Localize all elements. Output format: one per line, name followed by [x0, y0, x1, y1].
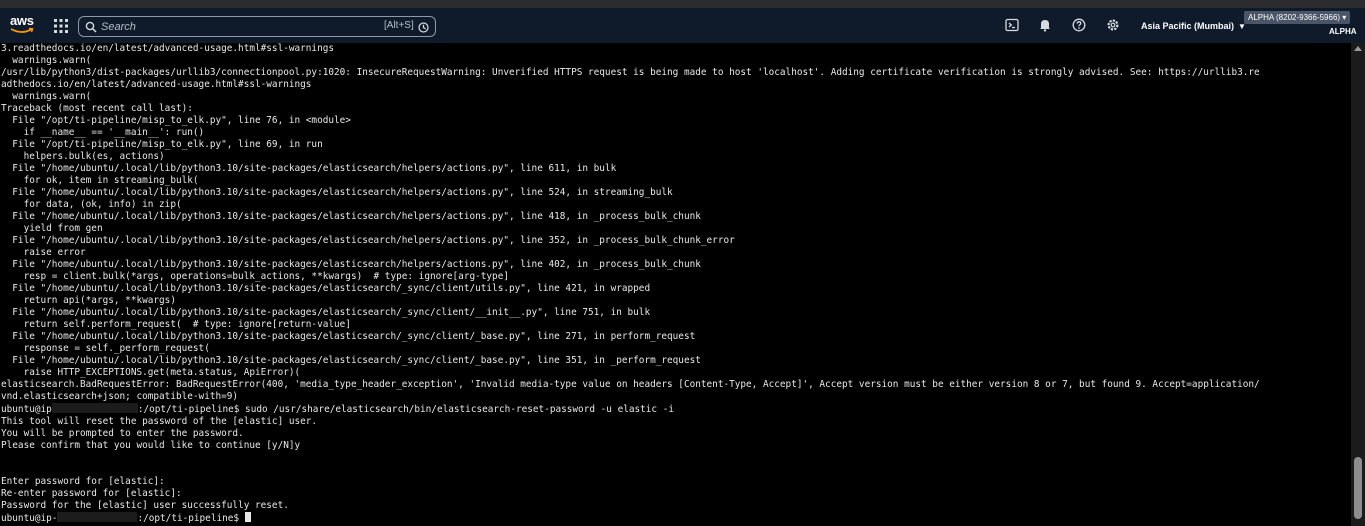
terminal-line: File "/opt/ti-pipeline/misp_to_elk.py", …: [1, 115, 351, 126]
terminal-line: File "/home/ubuntu/.local/lib/python3.10…: [1, 187, 673, 198]
redacted-hostname: [57, 512, 138, 522]
search-box[interactable]: [Alt+S]: [78, 16, 436, 37]
scroll-up-arrow-icon[interactable]: [1354, 46, 1362, 51]
terminal-line: 3.readthedocs.io/en/latest/advanced-usag…: [1, 43, 335, 54]
terminal-line: File "/home/ubuntu/.local/lib/python3.10…: [1, 331, 696, 342]
terminal-line: vnd.elasticsearch+json; compatible-with=…: [1, 391, 239, 402]
terminal-line: elasticsearch.BadRequestError: BadReques…: [1, 379, 1260, 390]
terminal-line: yield from gen: [1, 223, 103, 234]
search-input[interactable]: [101, 18, 351, 35]
search-shortcut: [Alt+S]: [384, 20, 414, 31]
terminal-cursor: [244, 512, 251, 522]
terminal-line: response = self._perform_request(: [1, 343, 210, 354]
terminal-line: warnings.warn(: [1, 91, 92, 102]
terminal-line: adthedocs.io/en/latest/advanced-usage.ht…: [1, 79, 312, 90]
account-label: ALPHA: [1329, 27, 1357, 36]
recent-search-icon[interactable]: [418, 20, 429, 38]
terminal-line: helpers.bulk(es, actions): [1, 151, 165, 162]
prompt-command: :/opt/ti-pipeline$: [137, 513, 245, 524]
terminal-line: File "/home/ubuntu/.local/lib/python3.10…: [1, 307, 651, 318]
terminal-output[interactable]: 3.readthedocs.io/en/latest/advanced-usag…: [0, 43, 1351, 526]
prompt-user: ubuntu@ip-: [1, 513, 58, 524]
terminal-line: Re-enter password for [elastic]:: [1, 488, 182, 499]
terminal-line: Password for the [elastic] user successf…: [1, 500, 289, 511]
terminal-line: This tool will reset the password of the…: [1, 416, 318, 427]
shell-prompt-line: ubuntu@ip- :/opt/ti-pipeline$: [1, 512, 251, 524]
terminal-line: You will be prompted to enter the passwo…: [1, 428, 244, 439]
aws-smile-icon: [10, 27, 34, 33]
terminal-line: for data, (ok, info) in zip(: [1, 199, 182, 210]
account-badge-text: ALPHA (8202-9366-5966): [1248, 13, 1341, 22]
help-icon[interactable]: [1072, 18, 1088, 34]
grid-icon[interactable]: [53, 18, 69, 34]
terminal-line: raise error: [1, 247, 86, 258]
prompt-command: :/opt/ti-pipeline$ sudo /usr/share/elast…: [137, 404, 675, 415]
gear-icon[interactable]: [1106, 18, 1122, 34]
aws-logo[interactable]: aws: [10, 14, 36, 38]
terminal-line: Enter password for [elastic]:: [1, 476, 165, 487]
terminal-line: File "/home/ubuntu/.local/lib/python3.10…: [1, 211, 701, 222]
search-icon: [85, 20, 97, 38]
terminal-line: Please confirm that you would like to co…: [1, 440, 301, 451]
aws-logo-text: aws: [10, 13, 34, 28]
terminal-line: File "/opt/ti-pipeline/misp_to_elk.py", …: [1, 139, 323, 150]
cloudshell-icon[interactable]: [1005, 18, 1021, 34]
region-selector[interactable]: Asia Pacific (Mumbai) ▼: [1141, 21, 1246, 31]
terminal-line: File "/home/ubuntu/.local/lib/python3.10…: [1, 355, 701, 366]
terminal-line: for ok, item in streaming_bulk(: [1, 175, 199, 186]
terminal-line: raise HTTP_EXCEPTIONS.get(meta.status, A…: [1, 367, 301, 378]
terminal-line: File "/home/ubuntu/.local/lib/python3.10…: [1, 259, 701, 270]
terminal-line: return self.perform_request( # type: ign…: [1, 319, 351, 330]
region-label: Asia Pacific (Mumbai): [1141, 21, 1235, 31]
terminal-line: File "/home/ubuntu/.local/lib/python3.10…: [1, 235, 735, 246]
bell-icon[interactable]: [1038, 18, 1054, 34]
terminal-text: 3.readthedocs.io/en/latest/advanced-usag…: [0, 43, 1351, 525]
shell-prompt-line: ubuntu@ip :/opt/ti-pipeline$ sudo /usr/sh…: [1, 403, 675, 415]
terminal-line: Traceback (most recent call last):: [1, 103, 193, 114]
terminal-line: return api(*args, **kwargs): [1, 295, 176, 306]
terminal-line: warnings.warn(: [1, 55, 92, 66]
terminal-scrollbar[interactable]: [1351, 43, 1365, 526]
scrollbar-thumb[interactable]: [1354, 457, 1362, 519]
caret-down-icon: ▾: [1342, 13, 1347, 22]
redacted-hostname: [51, 403, 138, 413]
terminal-line: /usr/lib/python3/dist-packages/urllib3/c…: [1, 67, 1260, 78]
browser-top-strip: [0, 0, 1365, 8]
account-badge[interactable]: ALPHA (8202-9366-5966) ▾: [1244, 11, 1351, 24]
terminal-line: File "/home/ubuntu/.local/lib/python3.10…: [1, 163, 617, 174]
aws-console-navbar: aws [Alt+S]: [0, 8, 1365, 45]
prompt-user: ubuntu@ip: [1, 404, 52, 415]
terminal-line: File "/home/ubuntu/.local/lib/python3.10…: [1, 283, 651, 294]
terminal-line: resp = client.bulk(*args, operations=bul…: [1, 271, 509, 282]
terminal-line: if __name__ == '__main__': run(): [1, 127, 205, 138]
